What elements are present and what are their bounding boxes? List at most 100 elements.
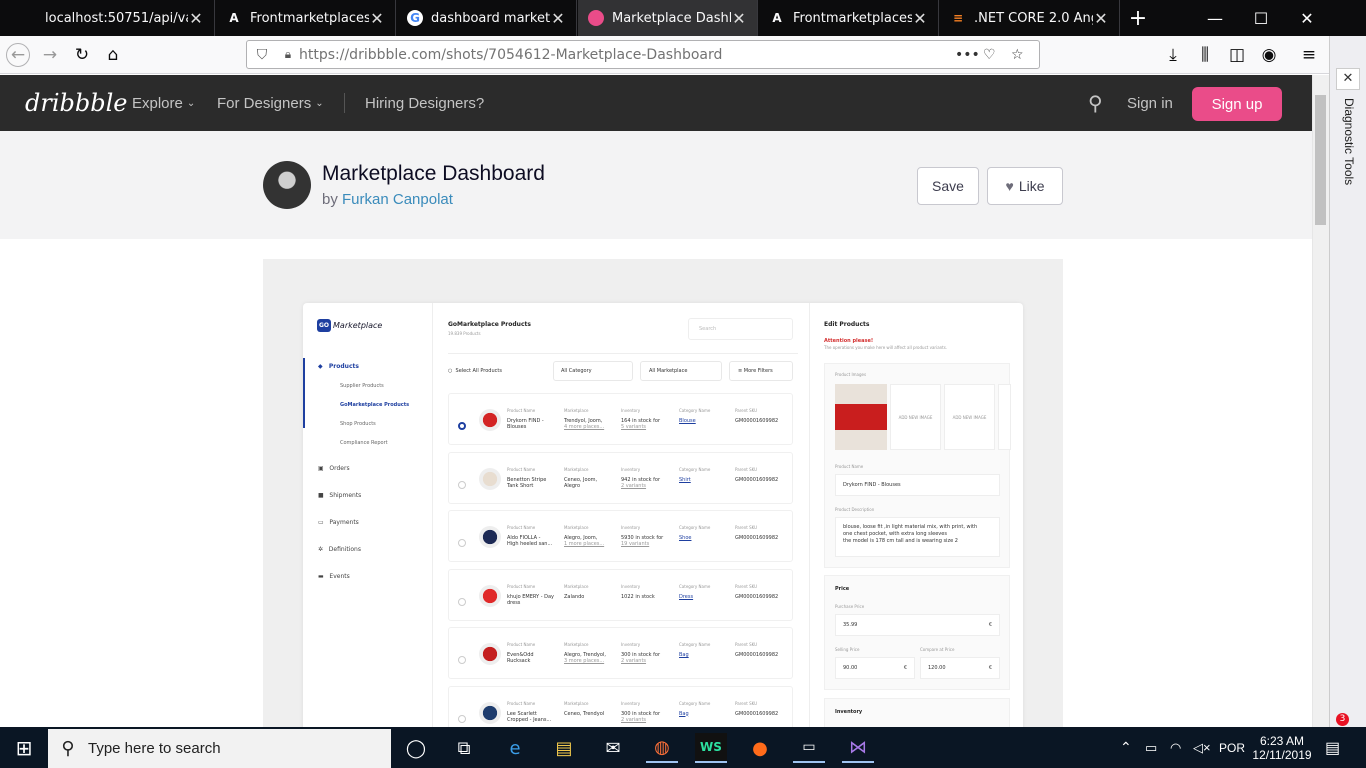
scrollbar-thumb[interactable] [1315, 95, 1326, 225]
marketplaces-2[interactable]: 4 more places... [564, 424, 604, 430]
nav-for-designers[interactable]: For Designers ⌄ [217, 75, 324, 131]
close-icon[interactable]: ✕ [912, 9, 928, 28]
menu-shipments[interactable]: ■ Shipments [318, 492, 361, 499]
category-link[interactable]: Shirt [679, 477, 691, 483]
new-tab-icon[interactable]: + [1115, 0, 1161, 36]
purchase-price-input[interactable]: 35.99 € [835, 614, 1000, 636]
more-filters-button[interactable]: ≡ More Filters [729, 361, 793, 381]
variants-link[interactable]: 2 variants [621, 658, 646, 664]
row-radio[interactable] [458, 591, 466, 610]
filter-category[interactable]: All Category [553, 361, 633, 381]
product-name-input[interactable]: Drykorn FIND - Blouses [835, 474, 1000, 496]
tab-marketplace-dashboard[interactable]: Marketplace Dashboard ✕ [578, 0, 758, 36]
table-row[interactable]: Product Name khujo EMERY - Day dress Market… [448, 568, 793, 621]
menu-definitions[interactable]: ✲ Definitions [318, 546, 361, 553]
filter-marketplace[interactable]: All Marketplace [640, 361, 722, 381]
language-indicator[interactable]: POR [1219, 727, 1245, 768]
avatar[interactable] [263, 161, 311, 209]
close-icon[interactable]: ✕ [550, 9, 566, 28]
row-radio[interactable] [458, 532, 466, 551]
diagnostic-tools-label[interactable]: Diagnostic Tools [1340, 98, 1356, 218]
close-icon[interactable]: ✕ [369, 9, 385, 28]
product-image[interactable] [835, 384, 887, 450]
tab-localhost[interactable]: localhost:50751/api/values ✕ [35, 0, 215, 36]
compare-price-input[interactable]: 120.00 € [920, 657, 1000, 679]
row-radio[interactable] [458, 649, 466, 668]
windows-start-icon[interactable]: ⊞ [8, 733, 40, 763]
tab-frontmarketplaces[interactable]: A Frontmarketplaces ✕ [216, 0, 396, 36]
wifi-icon[interactable]: ◠ [1170, 727, 1181, 768]
author-link[interactable]: Furkan Canpolat [342, 191, 453, 208]
clock[interactable]: 6:23 AM 12/11/2019 [1252, 727, 1312, 768]
category-link[interactable]: Bag [679, 711, 689, 717]
firefox-icon[interactable]: ◍ [646, 733, 678, 763]
url-bar[interactable]: ⛉ 🔒︎ https://dribbble.com/shots/7054612-… [246, 40, 1040, 69]
category-link[interactable]: Shoe [679, 535, 691, 541]
category-link[interactable]: Dress [679, 594, 693, 600]
table-row[interactable]: Product Name Lee Scarlett Cropped - Jeans.… [448, 685, 793, 729]
table-row[interactable]: Product Name Aldo FIOLLA - High heeled san… [448, 510, 793, 562]
submenu-compliance[interactable]: Compliance Report [340, 440, 388, 446]
signin-link[interactable]: Sign in [1127, 75, 1173, 131]
row-radio[interactable] [458, 415, 466, 434]
marketplaces-2[interactable]: 1 more places... [564, 541, 604, 547]
file-explorer-icon[interactable]: ▤ [548, 733, 580, 763]
signup-button[interactable]: Sign up [1192, 87, 1282, 121]
terminal-icon[interactable]: ▭ [793, 733, 825, 763]
forward-icon[interactable]: → [38, 44, 62, 66]
dash-search-input[interactable]: Search [688, 318, 793, 340]
page-scrollbar[interactable] [1312, 75, 1329, 727]
category-link[interactable]: Blouse [679, 418, 696, 424]
table-row[interactable]: Product Name Benetton Stripe Tank Short Mar… [448, 451, 793, 504]
add-image-slot[interactable]: ADD NEW IMAGE [944, 384, 995, 450]
dribbble-logo[interactable]: dribbble [25, 75, 127, 131]
tab-stackoverflow[interactable]: ≡ .NET CORE 2.0 Angular ✕ [940, 0, 1120, 36]
table-row[interactable]: Product Name Drykorn FIND - Blouses Marketp… [448, 393, 793, 445]
table-row[interactable]: Product Name Even&Odd Rucksack Marketplace A… [448, 627, 793, 679]
submenu-shop[interactable]: Shop Products [340, 421, 376, 427]
home-icon[interactable]: ⌂ [101, 44, 125, 66]
variants-link[interactable]: 2 variants [621, 483, 646, 489]
page-actions-icon[interactable]: ••• [955, 47, 983, 63]
bookmark-star-icon[interactable]: ☆ [1011, 47, 1039, 63]
close-icon[interactable]: ✕ [1093, 9, 1109, 28]
webstorm-icon[interactable]: WS [695, 733, 727, 763]
task-view-icon[interactable]: ⧉ [448, 733, 480, 763]
menu-products[interactable]: ◆ Products [318, 363, 359, 370]
edge-icon[interactable]: e [499, 733, 531, 763]
menu-events[interactable]: ▬ Events [318, 573, 350, 580]
diag-close-button[interactable]: ✕ [1336, 68, 1360, 90]
product-description-input[interactable]: blouse, loose fit ,in light material mix… [835, 517, 1000, 557]
submenu-gomarketplace[interactable]: GoMarketplace Products [340, 402, 409, 408]
search-icon[interactable]: ⚲ [1088, 75, 1103, 131]
window-close-icon[interactable]: ✕ [1284, 0, 1330, 36]
library-icon[interactable]: ⫼ [1193, 44, 1217, 66]
maximize-icon[interactable]: ☐ [1238, 0, 1284, 36]
account-icon[interactable]: ◉ [1257, 44, 1281, 66]
cortana-icon[interactable]: ◯ [400, 733, 432, 763]
selling-price-input[interactable]: 90.00 € [835, 657, 915, 679]
tab-google-search[interactable]: G dashboard marketplace ✕ [397, 0, 577, 36]
submenu-supplier[interactable]: Supplier Products [340, 383, 384, 389]
menu-payments[interactable]: ▭ Payments [318, 519, 359, 526]
taskbar-search[interactable]: ⚲ Type here to search [48, 729, 391, 768]
visual-studio-icon[interactable]: ⋈ [842, 733, 874, 763]
battery-icon[interactable]: ▭ [1145, 727, 1157, 768]
variants-link[interactable]: 5 variants [621, 424, 646, 430]
postman-icon[interactable]: ● [744, 733, 776, 763]
marketplaces-2[interactable]: 3 more places... [564, 658, 604, 664]
minimize-icon[interactable]: — [1192, 0, 1238, 36]
like-button[interactable]: ♥ Like [987, 167, 1063, 205]
select-all[interactable]: ○ Select All Products [448, 368, 502, 374]
variants-link[interactable]: 19 variants [621, 541, 649, 547]
category-link[interactable]: Bag [679, 652, 689, 658]
save-button[interactable]: Save [917, 167, 979, 205]
nav-explore[interactable]: Explore ⌄ [132, 75, 195, 131]
close-icon[interactable]: ✕ [731, 9, 747, 28]
menu-orders[interactable]: ▣ Orders [318, 465, 350, 472]
shot-image[interactable]: GO Marketplace ◆ Products Supplier Produ… [263, 259, 1063, 729]
close-icon[interactable]: ✕ [188, 9, 204, 28]
nav-hiring-designers[interactable]: Hiring Designers? [365, 75, 484, 131]
notification-icon[interactable]: ▤ [1325, 727, 1340, 768]
tab-frontmarketplaces-2[interactable]: A Frontmarketplaces ✕ [759, 0, 939, 36]
